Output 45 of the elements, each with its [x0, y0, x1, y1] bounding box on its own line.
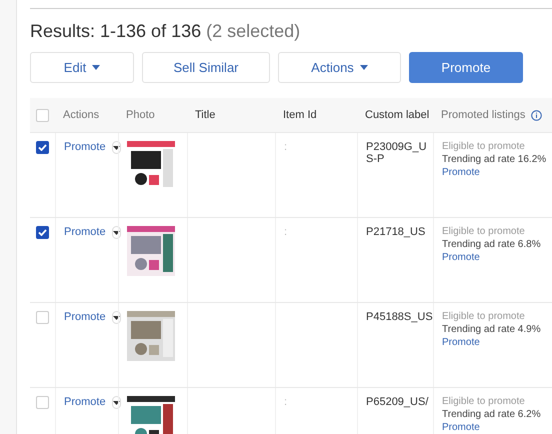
caret-icon: [360, 65, 368, 70]
info-icon[interactable]: [531, 110, 542, 120]
dropdown-button[interactable]: Actions: [278, 52, 401, 83]
promote-button[interactable]: Promote: [409, 52, 523, 83]
promote-link[interactable]: Promote: [442, 337, 552, 348]
ad-rate: Trending ad rate 4.9%: [442, 324, 542, 335]
column-header: Title: [195, 109, 216, 121]
promote-link[interactable]: Promote: [442, 167, 552, 178]
column-header: Item Id: [283, 109, 317, 121]
row-checkbox[interactable]: [36, 141, 49, 154]
dropdown-button[interactable]: Edit: [30, 52, 134, 83]
toolbar-button[interactable]: Sell Similar: [142, 52, 270, 83]
caret-icon: [112, 316, 120, 320]
row-checkbox[interactable]: [36, 226, 49, 239]
item-id: :: [284, 226, 288, 238]
custom-label: P65209_US/: [366, 396, 428, 408]
custom-label: P23009G_US-P: [366, 141, 427, 165]
promote-link[interactable]: Promote: [442, 252, 552, 263]
eligibility-status: Eligible to promote: [442, 226, 526, 237]
ad-rate: Trending ad rate 6.2%: [442, 409, 542, 420]
caret-icon: [112, 400, 120, 404]
promote-link[interactable]: Promote: [64, 311, 106, 323]
promote-link[interactable]: Promote: [64, 226, 106, 238]
item-id: :: [284, 141, 288, 153]
caret-icon: [92, 65, 100, 70]
eligibility-status: Eligible to promote: [442, 311, 526, 322]
eligibility-status: Eligible to promote: [442, 396, 526, 407]
selected-count: (2 selected): [206, 21, 300, 42]
column-header: Promoted listings: [441, 109, 526, 121]
promote-link[interactable]: Promote: [64, 141, 106, 153]
caret-icon: [112, 230, 120, 234]
select-all-checkbox[interactable]: [36, 108, 49, 122]
ad-rate: Trending ad rate 6.8%: [442, 239, 542, 250]
ad-rate: Trending ad rate 16.2%: [442, 154, 548, 165]
caret-icon: [112, 146, 120, 150]
eligibility-status: Eligible to promote: [442, 141, 526, 152]
column-header: Actions: [63, 109, 100, 121]
promote-link[interactable]: Promote: [64, 396, 106, 408]
column-header: Photo: [126, 109, 155, 121]
promote-link[interactable]: Promote: [442, 422, 552, 433]
item-id: :: [284, 396, 288, 408]
results-summary: Results: 1-136 of 136: [30, 21, 202, 42]
custom-label: P45188S_US: [366, 311, 433, 323]
column-header: Custom label: [365, 109, 430, 121]
custom-label: P21718_US: [366, 226, 426, 238]
